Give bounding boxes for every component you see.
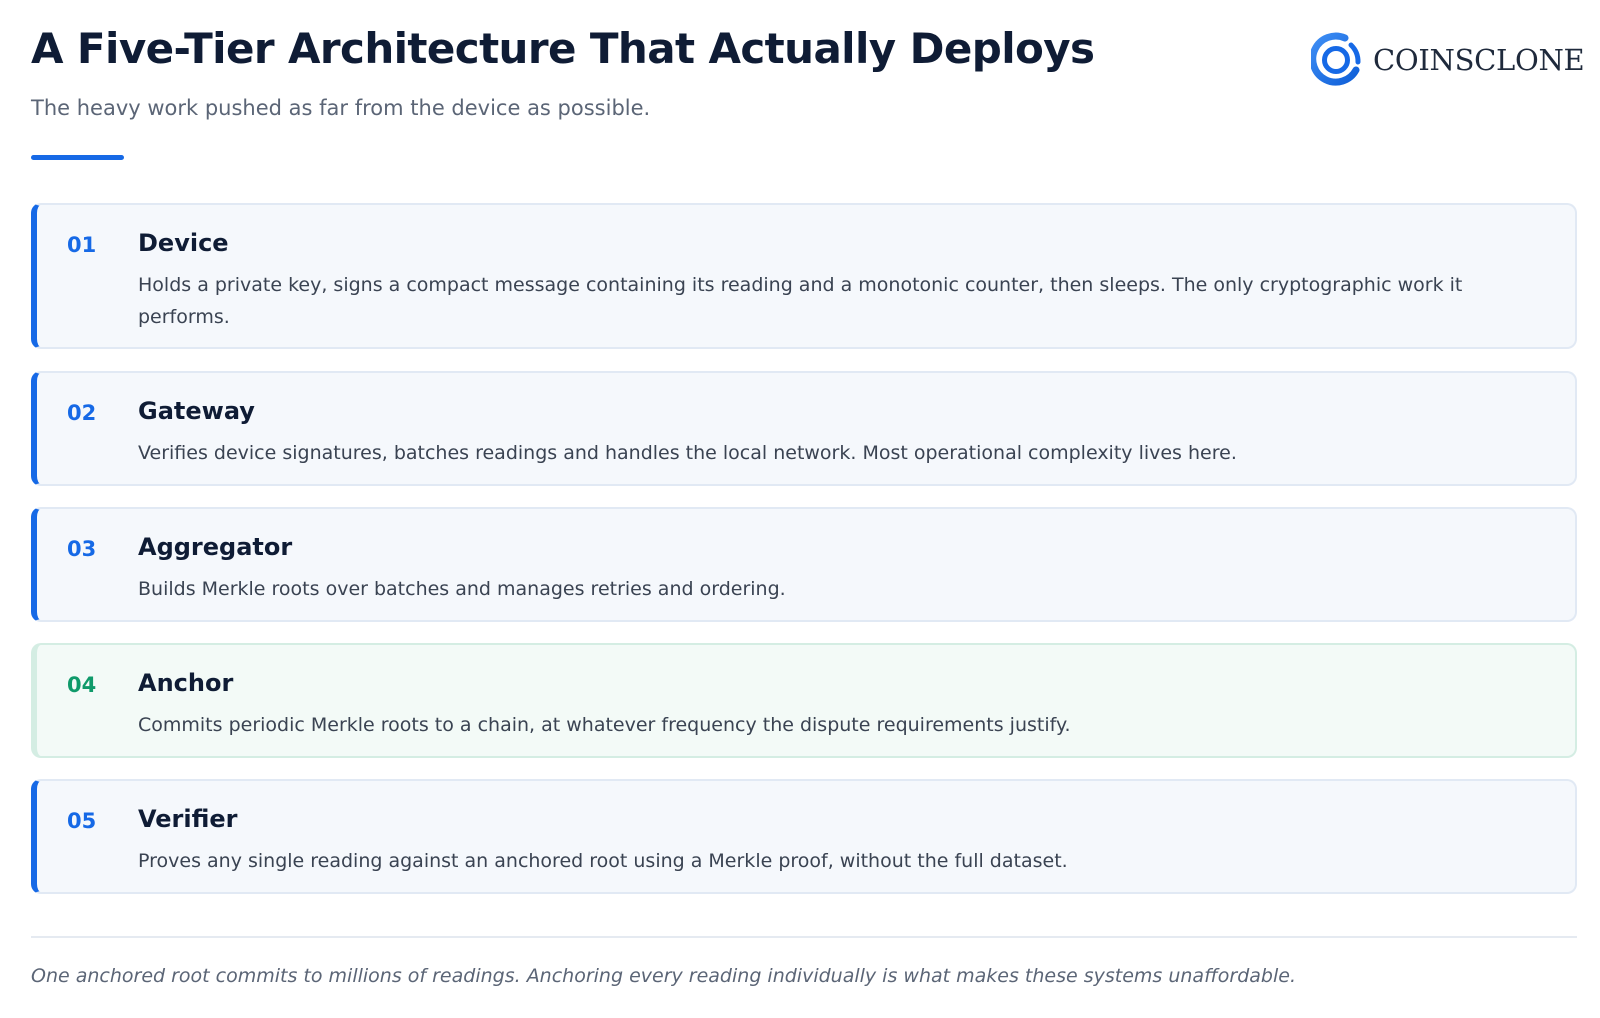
tier-name: Gateway xyxy=(138,397,255,425)
tier-number: 01 xyxy=(67,233,97,257)
tier-number: 02 xyxy=(67,401,97,425)
tier-number: 03 xyxy=(67,537,97,561)
tier-card-gateway: 02 Gateway Verifies device signatures, b… xyxy=(31,371,1577,486)
tier-description: Verifies device signatures, batches read… xyxy=(138,442,1237,464)
tier-description: Builds Merkle roots over batches and man… xyxy=(138,578,786,600)
tier-card-aggregator: 03 Aggregator Builds Merkle roots over b… xyxy=(31,507,1577,622)
page-subtitle: The heavy work pushed as far from the de… xyxy=(31,96,651,120)
footer-divider xyxy=(31,936,1577,938)
tier-name: Anchor xyxy=(138,669,234,697)
tier-card-device: 01 Device Holds a private key, signs a c… xyxy=(31,203,1577,349)
tier-description: Commits periodic Merkle roots to a chain… xyxy=(138,714,1071,736)
page-title: A Five-Tier Architecture That Actually D… xyxy=(31,24,1095,73)
tier-name: Aggregator xyxy=(138,533,293,561)
tier-description: Holds a private key, signs a compact mes… xyxy=(138,274,1463,328)
tier-number: 05 xyxy=(67,809,97,833)
tier-card-anchor: 04 Anchor Commits periodic Merkle roots … xyxy=(31,643,1577,758)
brand-logo-text: COINSCLONE xyxy=(1373,43,1585,77)
tier-name: Verifier xyxy=(138,805,238,833)
coinsclone-ring-logo-icon xyxy=(1311,31,1363,89)
tier-card-verifier: 05 Verifier Proves any single reading ag… xyxy=(31,779,1577,894)
tier-name: Device xyxy=(138,229,229,257)
tier-number: 04 xyxy=(67,673,97,697)
brand-logo: COINSCLONE xyxy=(1311,30,1585,90)
footer-note: One anchored root commits to millions of… xyxy=(31,965,1296,987)
title-accent-bar xyxy=(31,155,124,160)
tier-description: Proves any single reading against an anc… xyxy=(138,850,1068,872)
